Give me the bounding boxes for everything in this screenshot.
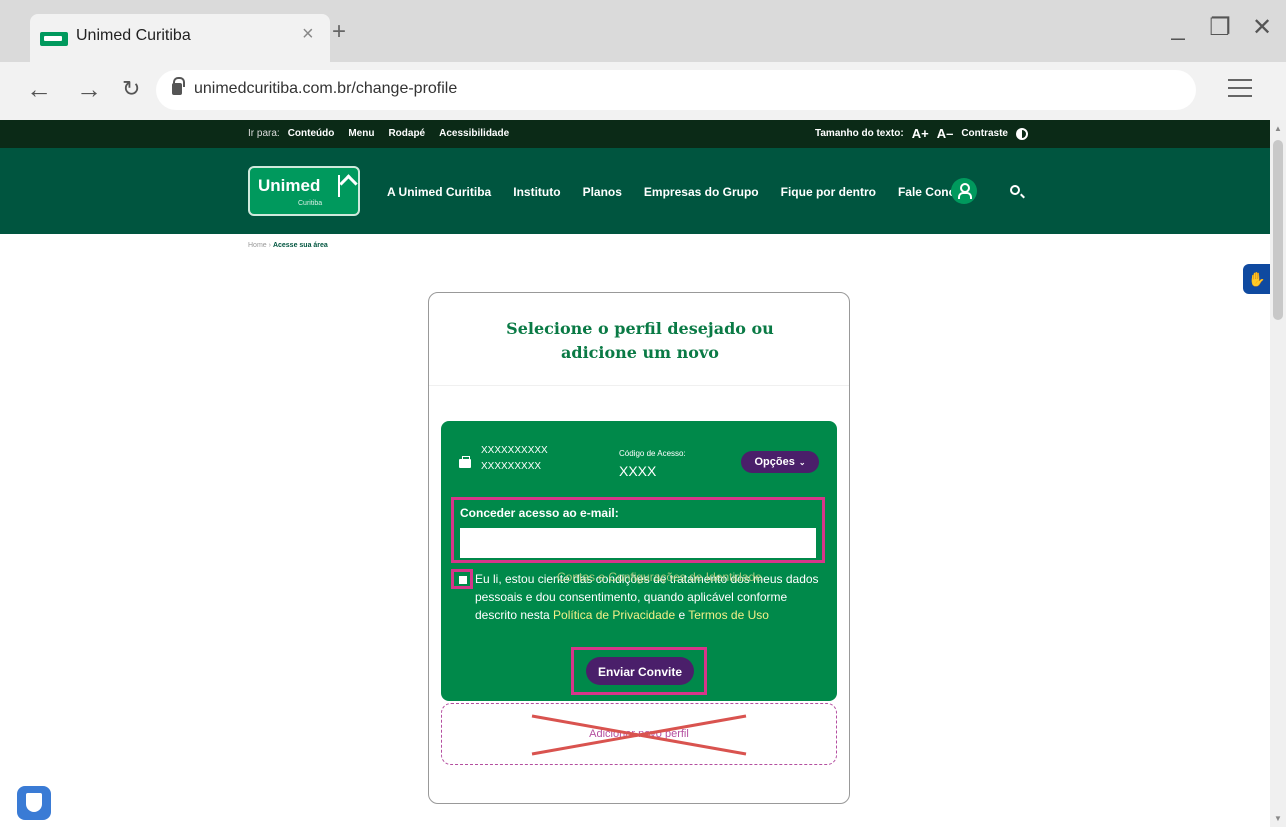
contrast-label[interactable]: Contraste xyxy=(961,128,1008,139)
breadcrumb-current: Acesse sua área xyxy=(272,242,328,249)
main-navigation: Unimed Curitiba A Unimed Curitiba Instit… xyxy=(0,148,1270,234)
close-tab-icon[interactable]: × xyxy=(302,23,314,46)
briefcase-icon xyxy=(459,456,471,468)
email-field-group: Conceder acesso ao e-mail: xyxy=(451,497,825,563)
reload-icon[interactable]: ↻ xyxy=(122,74,140,104)
page-content: Ir para: Conteúdo Menu Rodapé Acessibili… xyxy=(0,120,1270,827)
privacy-policy-link[interactable]: Política de Privacidade xyxy=(553,608,675,622)
sign-language-icon[interactable]: ✋ xyxy=(1243,264,1270,294)
decrease-text-button[interactable]: A– xyxy=(937,126,954,141)
unimed-mark-icon xyxy=(338,175,352,197)
profile-name: XXXXXXXXXX XXXXXXXXX xyxy=(481,443,548,475)
card-title-line2: adicione um novo xyxy=(561,343,719,362)
breadcrumb-home[interactable]: Home xyxy=(248,242,267,249)
browser-tabbar: Unimed Curitiba × + _ ❐ ✕ xyxy=(0,0,1286,62)
user-icon[interactable] xyxy=(951,178,977,204)
close-window-icon[interactable]: ✕ xyxy=(1250,16,1274,40)
browser-navbar: ← → ↻ unimedcuritiba.com.br/change-profi… xyxy=(0,62,1286,120)
skip-link-footer[interactable]: Rodapé xyxy=(388,128,425,139)
send-invite-button[interactable]: Enviar Convite xyxy=(586,657,694,685)
add-profile-button[interactable]: Adicionar novo perfil xyxy=(441,703,837,765)
logo-text: Unimed xyxy=(258,176,321,195)
nav-a-unimed-curitiba[interactable]: A Unimed Curitiba xyxy=(387,185,491,199)
accessibility-bar: Ir para: Conteúdo Menu Rodapé Acessibili… xyxy=(0,120,1270,148)
ghost-overlay-text: Contas e Configurações de Identidade xyxy=(557,570,762,584)
nav-planos[interactable]: Planos xyxy=(583,185,622,199)
unimed-logo[interactable]: Unimed Curitiba xyxy=(248,166,360,216)
shield-icon[interactable] xyxy=(17,786,51,820)
page-scrollbar[interactable]: ▲ ▼ xyxy=(1270,120,1286,827)
strike-cross-icon xyxy=(531,714,747,756)
text-size-label: Tamanho do texto: xyxy=(815,128,904,139)
consent-checkbox[interactable] xyxy=(459,576,467,584)
send-invite-highlight: Enviar Convite xyxy=(571,647,707,695)
goto-label: Ir para: xyxy=(248,128,280,139)
logo-subtitle: Curitiba xyxy=(298,200,323,207)
forward-arrow-icon[interactable]: → xyxy=(76,74,102,104)
window-controls: _ ❐ ✕ xyxy=(1166,16,1274,40)
address-bar[interactable]: unimedcuritiba.com.br/change-profile xyxy=(156,70,1196,110)
divider xyxy=(429,385,849,386)
browser-tab[interactable]: Unimed Curitiba × xyxy=(30,14,330,62)
scroll-down-icon[interactable]: ▼ xyxy=(1274,814,1282,823)
chevron-down-icon: ⌄ xyxy=(798,458,806,467)
profile-name-line1: XXXXXXXXXX xyxy=(481,445,548,456)
new-tab-icon[interactable]: + xyxy=(332,20,346,44)
terms-of-use-link[interactable]: Termos de Uso xyxy=(688,608,769,622)
skip-link-menu[interactable]: Menu xyxy=(348,128,374,139)
tab-title: Unimed Curitiba xyxy=(76,27,191,44)
minimize-icon[interactable]: _ xyxy=(1166,16,1190,40)
access-code-label: Código de Acesso: xyxy=(619,449,686,458)
skip-link-accessibility[interactable]: Acessibilidade xyxy=(439,128,509,139)
scroll-up-icon[interactable]: ▲ xyxy=(1274,124,1282,133)
nav-fique-por-dentro[interactable]: Fique por dentro xyxy=(781,185,876,199)
options-label: Opções xyxy=(754,456,795,468)
url-text: unimedcuritiba.com.br/change-profile xyxy=(194,80,458,97)
skip-link-content[interactable]: Conteúdo xyxy=(288,128,335,139)
card-title: Selecione o perfil desejado ou adicione … xyxy=(429,317,851,365)
profile-name-line2: XXXXXXXXX xyxy=(481,461,542,472)
email-field[interactable] xyxy=(460,528,816,558)
breadcrumb: Home › Acesse sua área xyxy=(248,242,328,249)
lock-icon xyxy=(172,77,185,95)
scroll-thumb[interactable] xyxy=(1273,140,1283,320)
card-title-line1: Selecione o perfil desejado ou xyxy=(506,319,774,338)
consent-checkbox-highlight xyxy=(451,569,473,589)
breadcrumb-separator: › xyxy=(268,242,271,249)
unimed-favicon-icon xyxy=(40,32,68,46)
consent-text-and: e xyxy=(675,608,689,622)
browser-menu-icon[interactable] xyxy=(1228,79,1252,99)
access-code-value: XXXX xyxy=(619,463,657,479)
options-button[interactable]: Opções ⌄ xyxy=(741,451,819,473)
email-label: Conceder acesso ao e-mail: xyxy=(460,506,619,520)
search-icon[interactable] xyxy=(1010,185,1020,195)
restore-icon[interactable]: ❐ xyxy=(1208,16,1232,40)
nav-empresas-do-grupo[interactable]: Empresas do Grupo xyxy=(644,185,759,199)
nav-instituto[interactable]: Instituto xyxy=(513,185,560,199)
back-arrow-icon[interactable]: ← xyxy=(26,74,52,104)
contrast-icon[interactable] xyxy=(1016,127,1028,140)
profile-selection-card: Selecione o perfil desejado ou adicione … xyxy=(428,292,850,804)
profile-card: XXXXXXXXXX XXXXXXXXX Código de Acesso: X… xyxy=(441,421,837,701)
increase-text-button[interactable]: A+ xyxy=(912,126,929,141)
